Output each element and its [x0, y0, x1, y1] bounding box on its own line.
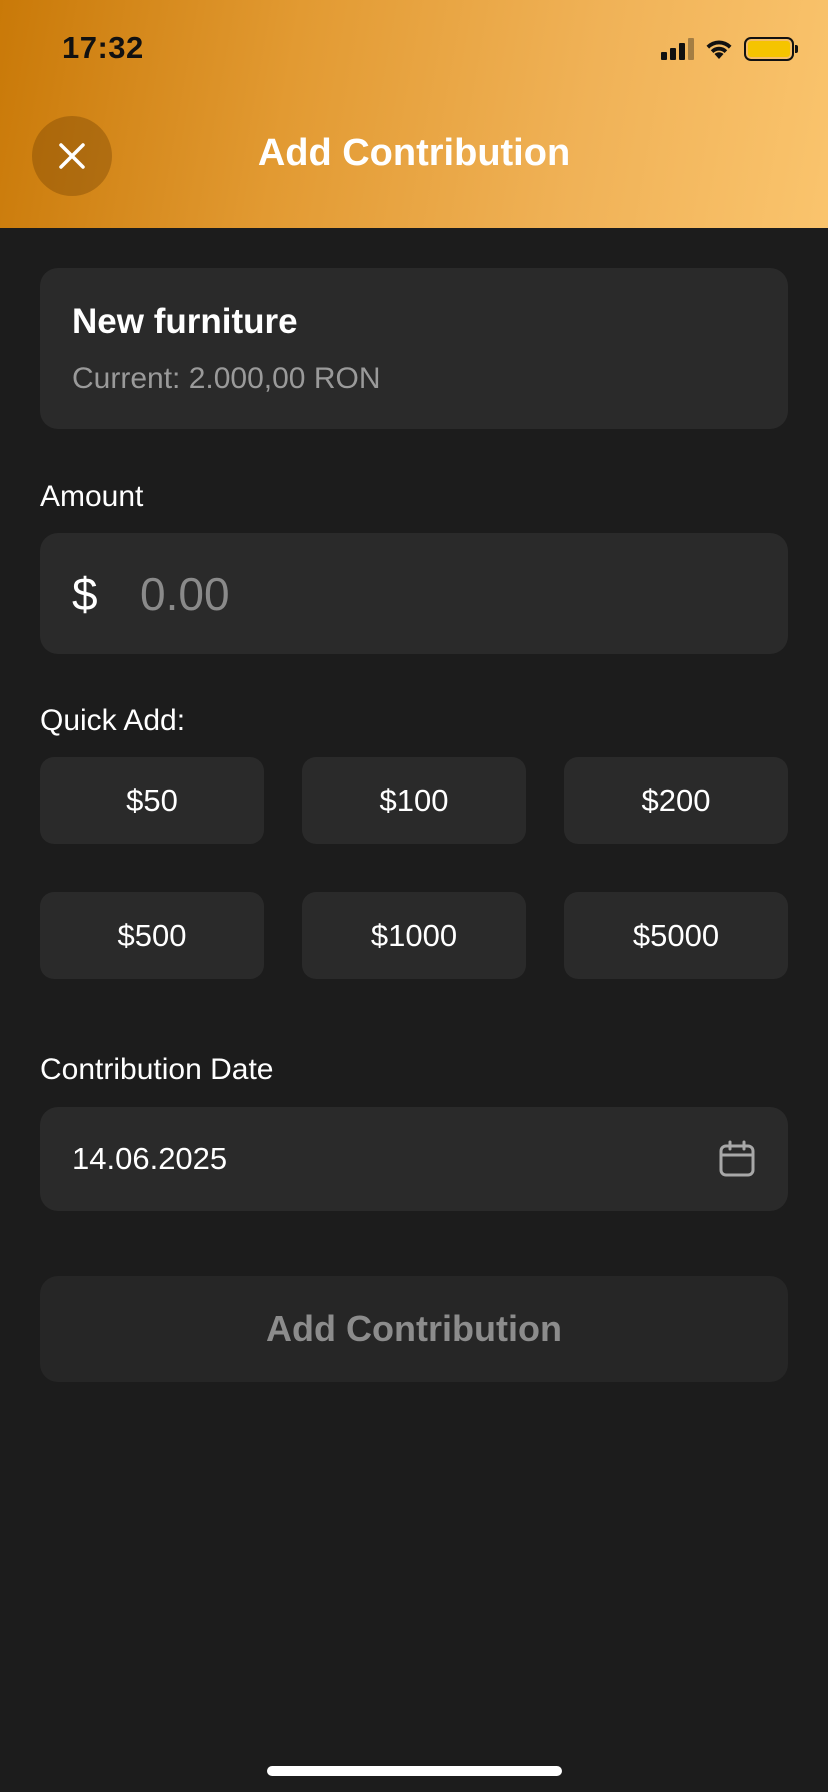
- cellular-signal-icon: [661, 38, 694, 60]
- status-time: 17:32: [62, 30, 144, 65]
- contribution-date-field[interactable]: 14.06.2025: [40, 1107, 788, 1211]
- currency-symbol: $: [72, 567, 98, 620]
- quick-add-label: Quick Add:: [40, 704, 186, 737]
- quick-add-button-50[interactable]: $50: [40, 757, 264, 844]
- page-title: Add Contribution: [257, 132, 571, 174]
- contribution-date-label: Contribution Date: [40, 1053, 274, 1086]
- status-icons: [661, 36, 798, 62]
- header: 17:32 Add Contribution: [0, 0, 828, 228]
- battery-icon: [744, 37, 798, 61]
- add-contribution-screen: 17:32 Add Contribution New furniture Cur…: [0, 0, 828, 1792]
- quick-add-button-500[interactable]: $500: [40, 892, 264, 979]
- calendar-icon[interactable]: [718, 1140, 756, 1178]
- goal-name: New furniture: [72, 302, 298, 341]
- wifi-icon: [706, 40, 732, 59]
- goal-card: New furniture Current: 2.000,00 RON: [40, 268, 788, 429]
- quick-add-button-1000[interactable]: $1000: [302, 892, 526, 979]
- contribution-date-value: 14.06.2025: [72, 1141, 228, 1176]
- amount-field[interactable]: $: [40, 533, 788, 654]
- quick-add-button-100[interactable]: $100: [302, 757, 526, 844]
- goal-current-amount: Current: 2.000,00 RON: [72, 362, 381, 395]
- amount-input[interactable]: [140, 566, 700, 621]
- amount-label: Amount: [40, 480, 144, 513]
- home-indicator[interactable]: [267, 1766, 562, 1776]
- quick-add-button-200[interactable]: $200: [564, 757, 788, 844]
- add-contribution-button[interactable]: Add Contribution: [40, 1276, 788, 1382]
- quick-add-button-5000[interactable]: $5000: [564, 892, 788, 979]
